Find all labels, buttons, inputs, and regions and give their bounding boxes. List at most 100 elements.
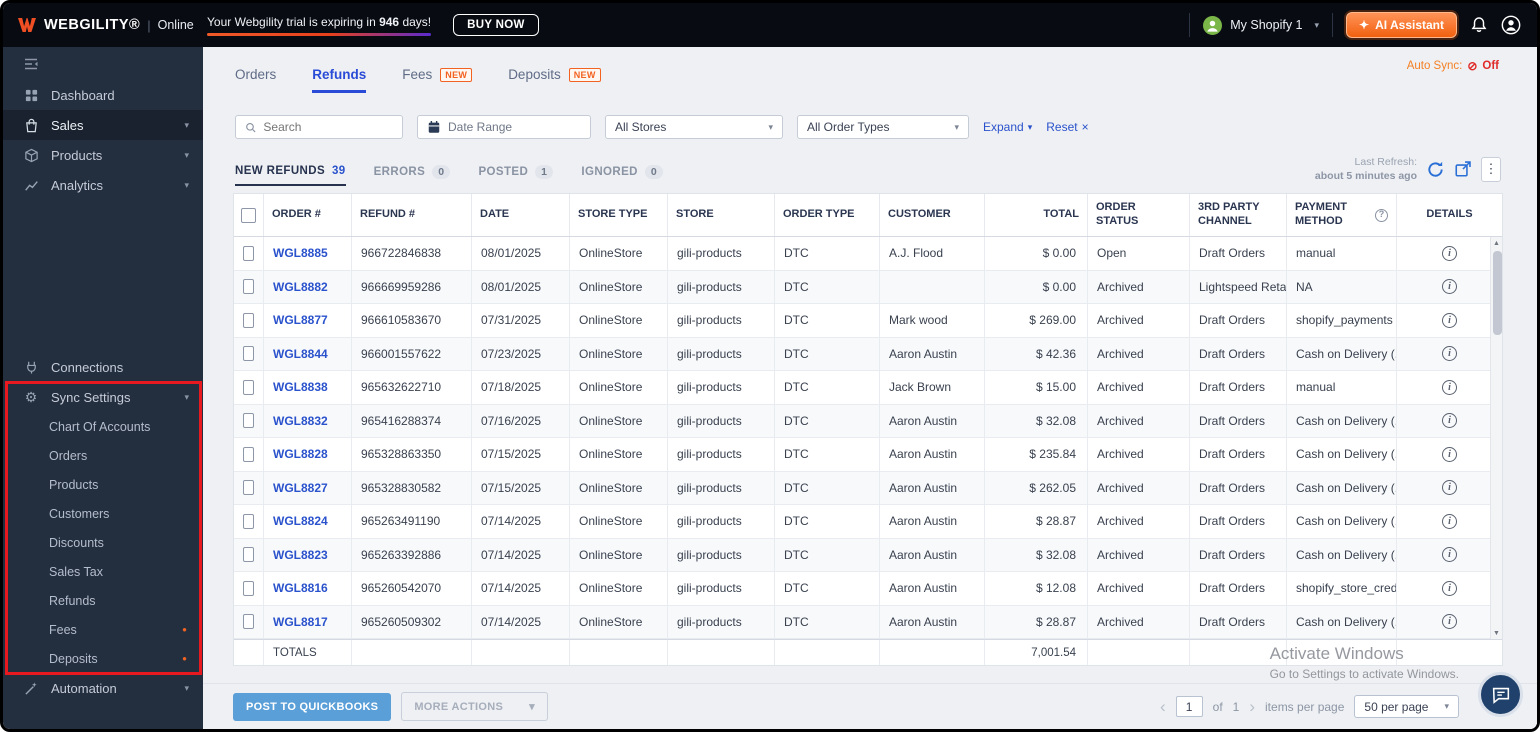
row-checkbox[interactable] [243,447,254,462]
row-checkbox[interactable] [243,413,254,428]
row-checkbox[interactable] [243,246,254,261]
row-checkbox[interactable] [243,279,254,294]
scroll-down-icon[interactable]: ▼ [1493,627,1500,639]
subtab-errors[interactable]: ERRORS 0 [374,165,451,186]
export-button[interactable] [1454,160,1472,178]
page-number-input[interactable] [1176,696,1203,717]
details-info-icon[interactable]: i [1442,346,1457,361]
details-info-icon[interactable]: i [1442,547,1457,562]
reset-filters-link[interactable]: Reset × [1046,120,1088,134]
select-all-checkbox[interactable] [241,208,256,223]
order-number-link[interactable]: WGL8838 [273,380,328,394]
sidebar-subitem[interactable]: Fees ● [3,615,203,644]
order-type-filter-select[interactable]: All Order Types ▾ [797,115,969,139]
row-checkbox[interactable] [243,313,254,328]
order-number-link[interactable]: WGL8832 [273,414,328,428]
details-info-icon[interactable]: i [1442,380,1457,395]
details-info-icon[interactable]: i [1442,480,1457,495]
row-checkbox[interactable] [243,547,254,562]
row-checkbox[interactable] [243,581,254,596]
profile-button[interactable] [1501,15,1521,35]
order-number-link[interactable]: WGL8885 [273,246,328,260]
customer-cell: Aaron Austin [880,438,985,471]
sidebar-subitem[interactable]: Deposits ● [3,644,203,673]
order-number-link[interactable]: WGL8844 [273,347,328,361]
tab-fees[interactable]: Fees NEW [402,67,472,90]
details-info-icon[interactable]: i [1442,313,1457,328]
sidebar-item-automation[interactable]: Automation ▾ [3,673,203,703]
auto-sync-toggle[interactable]: Auto Sync: ⊘ Off [1407,59,1499,73]
per-page-select[interactable]: 50 per page ▾ [1354,695,1459,718]
details-info-icon[interactable]: i [1442,246,1457,261]
details-info-icon[interactable]: i [1442,447,1457,462]
subtab-ignored[interactable]: IGNORED 0 [581,165,663,186]
sidebar-subitem[interactable]: Orders ● [3,441,203,470]
refund-number-cell: 965632622710 [352,371,472,404]
table-scrollbar[interactable]: ▲ ▼ [1490,237,1502,639]
search-input[interactable] [263,120,393,134]
refresh-button[interactable] [1426,160,1445,179]
buy-now-button[interactable]: BUY NOW [453,14,538,36]
order-number-link[interactable]: WGL8877 [273,313,328,327]
date-range-picker[interactable]: Date Range [417,115,591,139]
details-info-icon[interactable]: i [1442,413,1457,428]
sidebar-subitem[interactable]: Discounts ● [3,528,203,557]
details-info-icon[interactable]: i [1442,279,1457,294]
expand-filters-link[interactable]: Expand ▾ [983,120,1032,134]
order-number-link[interactable]: WGL8817 [273,615,328,629]
ai-assistant-button[interactable]: ✦ AI Assistant [1346,12,1457,38]
tab-refunds[interactable]: Refunds [312,67,366,93]
row-checkbox[interactable] [243,380,254,395]
post-to-quickbooks-button[interactable]: POST TO QUICKBOOKS [233,693,391,721]
subtab-new-refunds[interactable]: NEW REFUNDS 39 [235,165,346,186]
tab-deposits[interactable]: Deposits NEW [508,67,600,90]
row-checkbox[interactable] [243,514,254,529]
order-number-link[interactable]: WGL8882 [273,280,328,294]
sidebar-subitem[interactable]: Chart Of Accounts ● [3,412,203,441]
previous-page-button[interactable]: ‹ [1160,698,1166,715]
more-actions-button[interactable]: MORE ACTIONS ▾ [401,692,548,721]
order-number-link[interactable]: WGL8824 [273,514,328,528]
details-info-icon[interactable]: i [1442,514,1457,529]
order-number-link[interactable]: WGL8827 [273,481,328,495]
order-number-link[interactable]: WGL8816 [273,581,328,595]
sidebar-subitem[interactable]: Refunds ● [3,586,203,615]
store-cell: gili-products [668,371,775,404]
help-icon[interactable]: ? [1375,209,1388,222]
row-checkbox[interactable] [243,480,254,495]
scroll-up-icon[interactable]: ▲ [1493,237,1500,249]
next-page-button[interactable]: › [1249,698,1255,715]
store-type-cell: OnlineStore [570,338,668,371]
more-options-button[interactable]: ⋮ [1481,157,1501,182]
sidebar-item-products[interactable]: Products ▾ [3,140,203,170]
order-number-link[interactable]: WGL8828 [273,447,328,461]
sidebar-collapse-button[interactable] [3,47,203,80]
sidebar-item-connections[interactable]: Connections [3,352,203,382]
table-row: WGL8828 965328863350 07/15/2025 OnlineSt… [234,438,1502,472]
details-info-icon[interactable]: i [1442,581,1457,596]
sidebar-item-sales[interactable]: Sales ▾ [3,110,203,140]
order-number-link[interactable]: WGL8823 [273,548,328,562]
notifications-button[interactable] [1470,16,1488,34]
store-filter-select[interactable]: All Stores ▾ [605,115,783,139]
sidebar-item-sync-settings[interactable]: ⚙ Sync Settings ▾ [3,382,203,412]
store-avatar [1203,16,1222,35]
sidebar-subitem[interactable]: Sales Tax ● [3,557,203,586]
total-cell: $ 12.08 [985,572,1088,605]
account-switcher[interactable]: My Shopify 1 ▾ [1203,16,1319,35]
sidebar-subitem[interactable]: Customers ● [3,499,203,528]
tab-orders[interactable]: Orders [235,67,276,90]
scrollbar-thumb[interactable] [1493,251,1502,335]
row-checkbox[interactable] [243,346,254,361]
details-info-icon[interactable]: i [1442,614,1457,629]
row-checkbox[interactable] [243,614,254,629]
payment-method-cell: Cash on Delivery (... [1287,438,1397,471]
sidebar-subitem[interactable]: Products ● [3,470,203,499]
store-cell: gili-products [668,304,775,337]
chat-widget-button[interactable] [1478,672,1523,717]
subtab-posted[interactable]: POSTED 1 [478,165,553,186]
analytics-icon [23,177,39,193]
sidebar-item-dashboard[interactable]: Dashboard [3,80,203,110]
search-box [235,115,403,139]
sidebar-item-analytics[interactable]: Analytics ▾ [3,170,203,200]
